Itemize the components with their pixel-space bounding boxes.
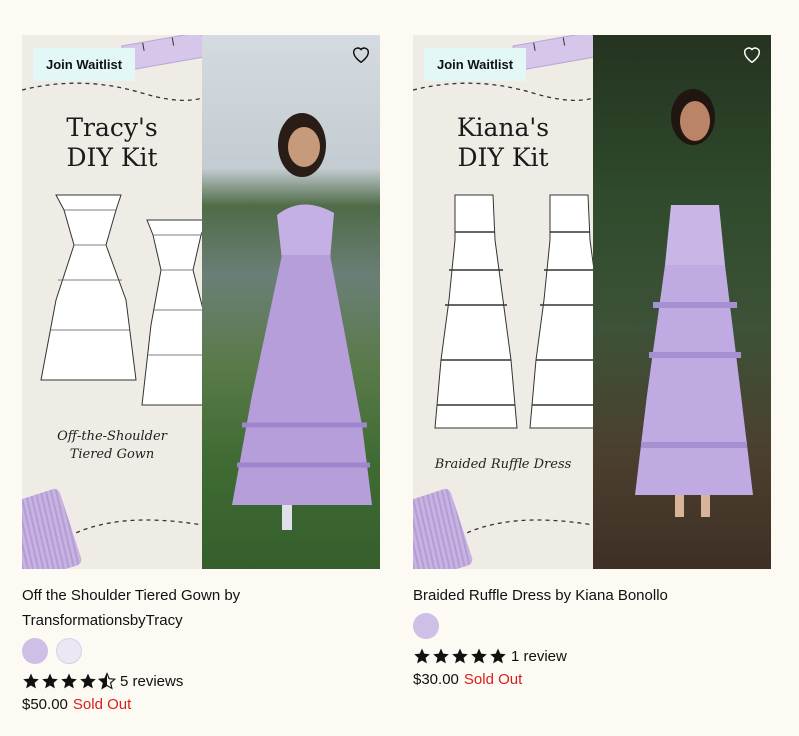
product-card[interactable]: Tracy's DIY Kit Off-the-Shoulder Tiered Go… [22,35,380,716]
model-figure [232,113,372,530]
star-rating [22,672,116,690]
model-photo [202,35,380,569]
star-icon [490,648,506,664]
price-line: $30.00 Sold Out [413,669,771,691]
kit-paper: Tracy's DIY Kit Off-the-Shoulder Tiered Go… [22,35,335,569]
star-icon [80,673,96,689]
star-icon [414,648,430,664]
swatch-tape[interactable] [56,638,82,664]
join-waitlist-badge: Join Waitlist [33,48,136,81]
product-image[interactable]: Tracy's DIY Kit Off-the-Shoulder Tiered Go… [22,35,380,569]
star-rating [413,647,507,665]
product-title[interactable]: Braided Ruffle Dress by Kiana Bonollo [413,583,771,608]
rating: 5 reviews [22,670,380,692]
kit-subtitle: Off-the-Shoulder Tiered Gown [57,429,167,462]
price: $30.00 [413,671,459,688]
stitch-line [62,519,202,541]
stitch-line [453,519,593,541]
star-icon [433,648,449,664]
join-waitlist-badge: Join Waitlist [424,48,527,81]
sold-out-label: Sold Out [72,696,132,713]
half-star-icon [98,672,116,690]
product-card[interactable]: Kiana's DIY Kit Braided Ruffle Dress Joi… [413,35,771,691]
price: $50.00 [22,696,68,713]
model-photo [593,35,771,569]
star-icon [23,673,39,689]
star-icon [471,648,487,664]
heart-icon[interactable] [741,43,763,65]
kit-subtitle: Braided Ruffle Dress [434,457,572,472]
star-icon [42,673,58,689]
model-figure [635,89,753,517]
product-title[interactable]: Off the Shoulder Tiered Gown by Transform… [22,583,380,633]
swatch-lavender[interactable] [22,638,48,664]
product-image[interactable]: Kiana's DIY Kit Braided Ruffle Dress Joi… [413,35,771,569]
dress-sketch-front [434,194,518,429]
color-swatches [413,612,771,640]
dress-sketch-front [40,194,137,381]
dress-sketch-back [141,219,212,406]
kit-title: Tracy's DIY Kit [66,113,158,172]
reviews-link[interactable]: 1 review [511,648,567,665]
price-line: $50.00 Sold Out [22,694,380,716]
kit-paper: Kiana's DIY Kit Braided Ruffle Dress [413,35,726,569]
star-icon [452,648,468,664]
swatch-lavender[interactable] [413,613,439,639]
sold-out-label: Sold Out [463,671,523,688]
reviews-link[interactable]: 5 reviews [120,673,183,690]
kit-title: Kiana's DIY Kit [456,113,550,172]
heart-icon[interactable] [350,43,372,65]
rating: 1 review [413,645,771,667]
color-swatches [22,637,380,665]
star-icon [61,673,77,689]
